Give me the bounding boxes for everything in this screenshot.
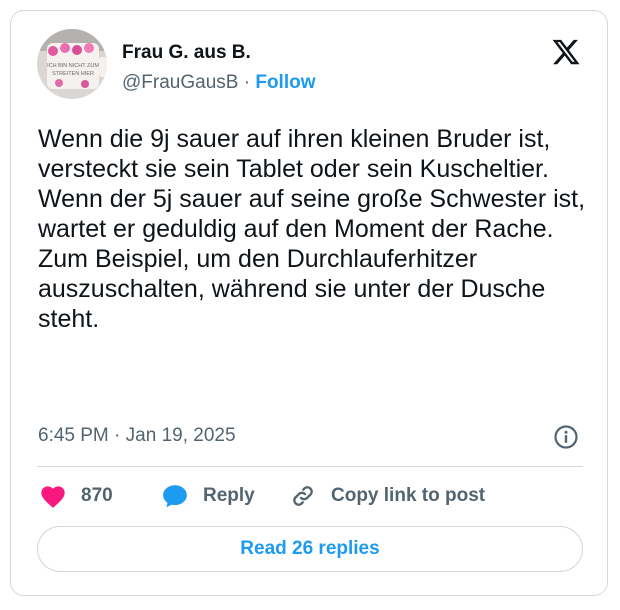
divider [37, 466, 583, 467]
tweet-text: Wenn die 9j sauer auf ihren kleinen Brud… [38, 124, 598, 334]
tweet-timestamp[interactable]: 6:45 PM · Jan 19, 2025 [38, 425, 236, 447]
meta-separator: · [114, 425, 121, 446]
tweet-time: 6:45 PM [38, 425, 109, 446]
author-handle-row: @FrauGausB · Follow [122, 72, 316, 94]
x-logo-icon[interactable] [551, 37, 581, 67]
author-handle[interactable]: @FrauGausB [122, 72, 238, 93]
speech-bubble-icon [163, 485, 187, 508]
author-name[interactable]: Frau G. aus B. [122, 42, 251, 64]
tweet-paragraph-1: Wenn die 9j sauer auf ihren kleinen Brud… [38, 125, 551, 183]
handle-separator: · [243, 72, 251, 93]
copy-link-button[interactable]: Copy link to post [289, 481, 485, 511]
tweet-date: Jan 19, 2025 [125, 425, 236, 446]
avatar-text-line1: ICH BIN NICHT ZUM [47, 63, 99, 69]
like-count: 870 [81, 485, 113, 506]
reply-label: Reply [203, 485, 255, 506]
avatar-image: ICH BIN NICHT ZUM STREITEN HIER [37, 29, 107, 99]
follow-button[interactable]: Follow [255, 72, 315, 93]
avatar-text-line2: STREITEN HIER [52, 71, 94, 77]
tweet-card: ICH BIN NICHT ZUM STREITEN HIER Frau G. … [10, 10, 608, 596]
like-button[interactable]: 870 [39, 481, 113, 511]
read-replies-label: Read 26 replies [240, 538, 380, 559]
heart-icon [41, 486, 65, 508]
avatar[interactable]: ICH BIN NICHT ZUM STREITEN HIER [37, 29, 107, 99]
read-replies-button[interactable]: Read 26 replies [37, 526, 583, 572]
link-icon [293, 486, 313, 506]
copy-link-label: Copy link to post [331, 485, 486, 506]
reply-button[interactable]: Reply [161, 481, 255, 511]
info-icon[interactable] [553, 424, 579, 450]
tweet-paragraph-2: Wenn der 5j sauer auf seine große Schwes… [38, 185, 586, 333]
